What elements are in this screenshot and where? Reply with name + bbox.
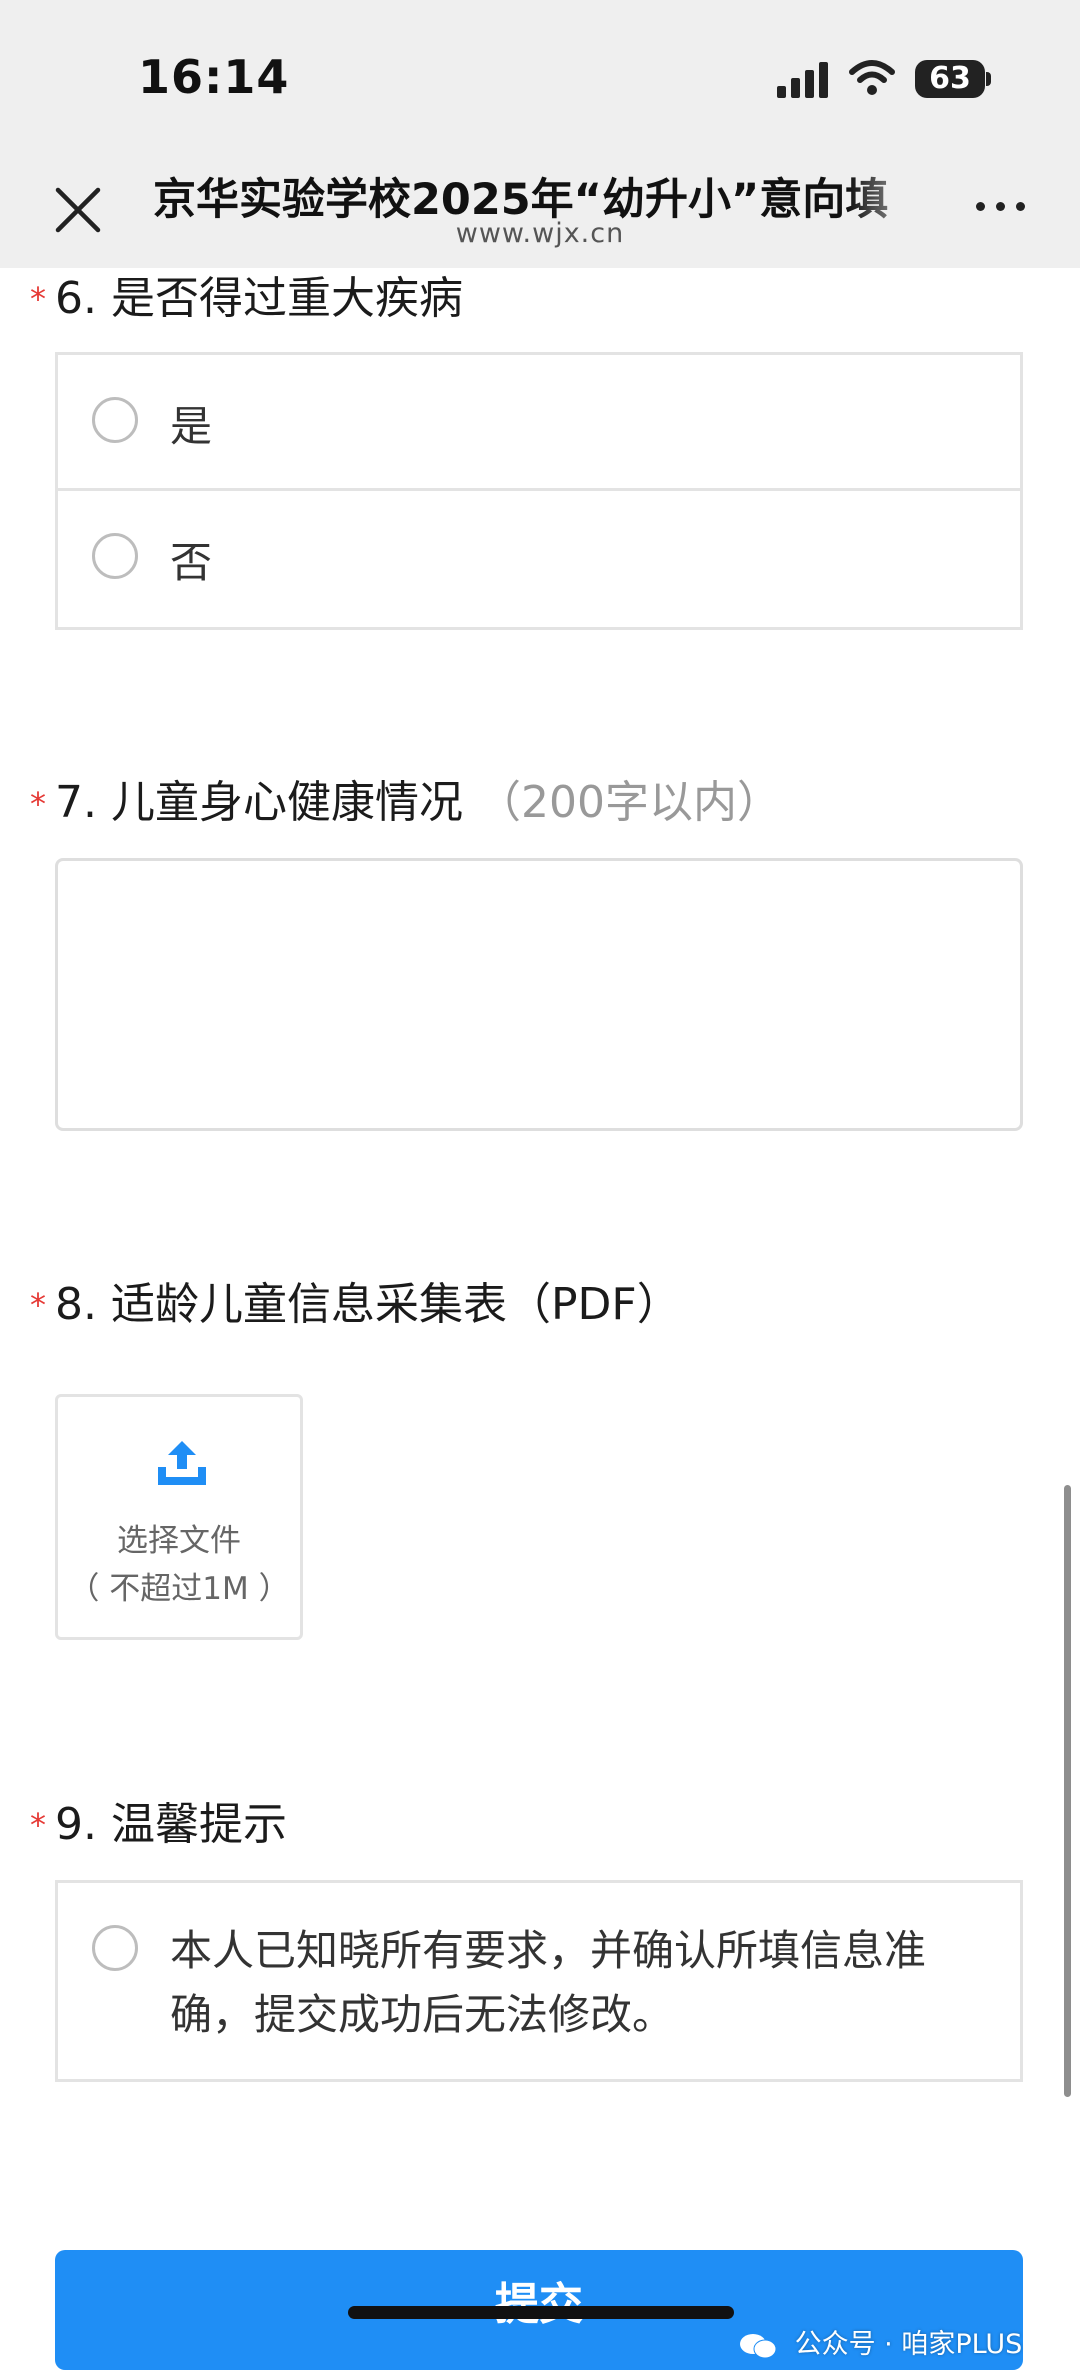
radio-button[interactable] xyxy=(92,397,138,443)
wifi-icon xyxy=(849,60,895,95)
signal-icon xyxy=(777,62,828,98)
status-time: 16:14 xyxy=(138,50,290,104)
confirm-option[interactable]: 本人已知晓所有要求，并确认所填信息准确，提交成功后无法修改。 xyxy=(55,1880,1023,2082)
more-icon[interactable] xyxy=(972,190,1032,220)
page-domain: www.wjx.cn xyxy=(455,218,625,249)
radio-button[interactable] xyxy=(92,1925,138,1971)
file-upload-button[interactable]: 选择文件 （ 不超过1M ） xyxy=(55,1394,303,1640)
upload-icon xyxy=(158,1441,206,1485)
watermark-text: 公众号 · 咱家PLUS xyxy=(794,2329,1023,2360)
radio-button[interactable] xyxy=(92,533,138,579)
battery-indicator: 63 xyxy=(915,60,985,98)
home-indicator[interactable] xyxy=(348,2306,734,2319)
required-mark: * xyxy=(30,1286,46,1324)
question-6-options: 是 否 xyxy=(55,352,1023,630)
question-9-title: 9. 温馨提示 xyxy=(55,1799,287,1850)
question-6-title: 6. 是否得过重大疾病 xyxy=(55,273,463,324)
page-title: 京华实验学校2025年“幼升小”意向填 xyxy=(153,175,889,225)
question-7-hint: （200字以内） xyxy=(476,777,781,828)
option-yes[interactable]: 是 xyxy=(58,355,1020,491)
upload-label: 选择文件 xyxy=(117,1523,241,1559)
confirm-text: 本人已知晓所有要求，并确认所填信息准确，提交成功后无法修改。 xyxy=(170,1926,927,2039)
wechat-icon xyxy=(740,2333,777,2358)
required-mark: * xyxy=(30,280,46,318)
health-textarea[interactable] xyxy=(55,858,1023,1131)
required-mark: * xyxy=(30,1806,46,1844)
option-no[interactable]: 否 xyxy=(58,491,1020,627)
required-mark: * xyxy=(30,785,46,823)
battery-tip xyxy=(986,72,991,86)
upload-size-note: （ 不超过1M ） xyxy=(68,1571,290,1607)
question-7-title: 7. 儿童身心健康情况 （200字以内） xyxy=(55,766,781,830)
option-label: 否 xyxy=(170,538,213,587)
top-bar: 16:14 63 京华实验学校2025年“幼升小”意向填 www.wjx.cn xyxy=(0,0,1080,268)
watermark: 公众号 · 咱家PLUS xyxy=(738,2322,1022,2361)
option-label: 是 xyxy=(170,402,213,451)
question-7-label: 7. 儿童身心健康情况 xyxy=(55,777,463,828)
scrollbar[interactable] xyxy=(1064,1485,1071,2097)
question-8-title: 8. 适龄儿童信息采集表（PDF） xyxy=(55,1279,681,1330)
